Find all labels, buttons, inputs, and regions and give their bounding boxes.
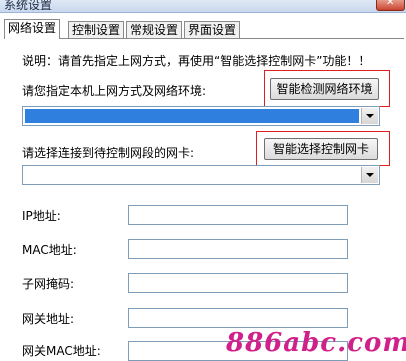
notice-text: 说明：请首先指定上网方式，再使用“智能选择控制网卡”功能！！ bbox=[22, 54, 371, 68]
gateway-field[interactable] bbox=[128, 308, 348, 328]
card-label: 请选择连接到待控制网段的网卡: bbox=[22, 146, 195, 160]
detect-network-button[interactable]: 智能检测网络环境 bbox=[270, 78, 379, 100]
close-icon[interactable]: ✕ bbox=[386, 0, 394, 8]
chevron-down-icon[interactable] bbox=[361, 167, 378, 183]
gateway-mac-label: 网关MAC地址: bbox=[22, 344, 101, 358]
subnet-mask-label: 子网掩码: bbox=[22, 277, 75, 291]
network-card-value bbox=[25, 168, 359, 182]
close-button[interactable]: ✕ bbox=[376, 0, 405, 11]
tab-general-settings[interactable]: 常规设置 bbox=[126, 21, 183, 38]
chevron-down-icon[interactable] bbox=[361, 108, 378, 124]
watermark: 886abc.com bbox=[226, 328, 406, 358]
env-label: 请您指定本机上网方式及网络环境: bbox=[22, 84, 207, 98]
ip-label: IP地址: bbox=[22, 209, 61, 223]
title-bar: 系统设置 ✕ bbox=[0, 0, 406, 13]
tab-control-settings[interactable]: 控制设置 bbox=[68, 21, 125, 38]
tab-divider bbox=[4, 38, 404, 39]
ip-field[interactable] bbox=[128, 205, 348, 225]
tab-interface-settings[interactable]: 界面设置 bbox=[184, 21, 241, 38]
mac-field[interactable] bbox=[128, 239, 348, 259]
tab-network-settings[interactable]: 网络设置 bbox=[4, 19, 61, 39]
gateway-label: 网关地址: bbox=[22, 312, 75, 326]
network-env-value bbox=[25, 109, 359, 123]
select-card-button[interactable]: 智能选择控制网卡 bbox=[264, 138, 378, 160]
network-env-select[interactable] bbox=[22, 106, 380, 126]
tab-strip: 网络设置 控制设置 常规设置 界面设置 bbox=[4, 19, 404, 39]
mac-label: MAC地址: bbox=[22, 243, 77, 257]
subnet-mask-field[interactable] bbox=[128, 273, 348, 293]
window-title: 系统设置 bbox=[4, 0, 53, 12]
network-card-select[interactable] bbox=[22, 165, 380, 185]
